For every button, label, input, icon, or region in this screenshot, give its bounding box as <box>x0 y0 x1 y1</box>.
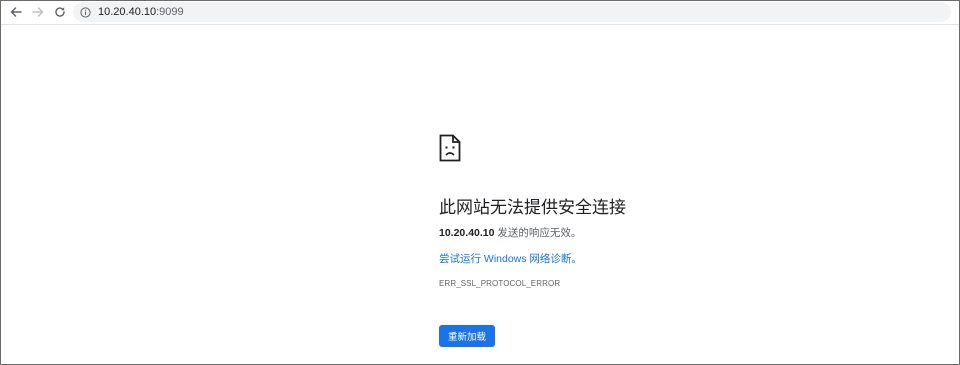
url-text[interactable]: 10.20.40.10:9099 <box>98 6 184 18</box>
error-message: 10.20.40.10 发送的响应无效。 <box>439 225 581 240</box>
error-heading: 此网站无法提供安全连接 <box>439 198 626 217</box>
url-host: 10.20.40.10 <box>98 6 157 18</box>
info-icon[interactable] <box>79 6 91 18</box>
back-arrow-icon <box>10 7 22 17</box>
browser-window: 10.20.40.10:9099 此网站无法提供安全连接 10.20.40.10… <box>0 0 960 365</box>
reload-button[interactable]: 重新加载 <box>439 325 495 347</box>
sad-document-icon <box>439 134 461 162</box>
forward-arrow-icon <box>32 7 44 17</box>
network-diagnostics-link[interactable]: 尝试运行 Windows 网络诊断。 <box>439 251 582 266</box>
back-button[interactable] <box>7 3 25 21</box>
forward-button[interactable] <box>29 3 47 21</box>
url-port: :9099 <box>156 6 184 18</box>
error-host: 10.20.40.10 <box>439 227 495 239</box>
reload-page-button[interactable] <box>51 3 69 21</box>
address-bar[interactable]: 10.20.40.10:9099 <box>73 2 951 22</box>
reload-icon <box>55 7 65 17</box>
browser-toolbar: 10.20.40.10:9099 <box>1 1 959 25</box>
error-message-text: 发送的响应无效。 <box>494 227 582 239</box>
error-code: ERR_SSL_PROTOCOL_ERROR <box>439 279 561 288</box>
